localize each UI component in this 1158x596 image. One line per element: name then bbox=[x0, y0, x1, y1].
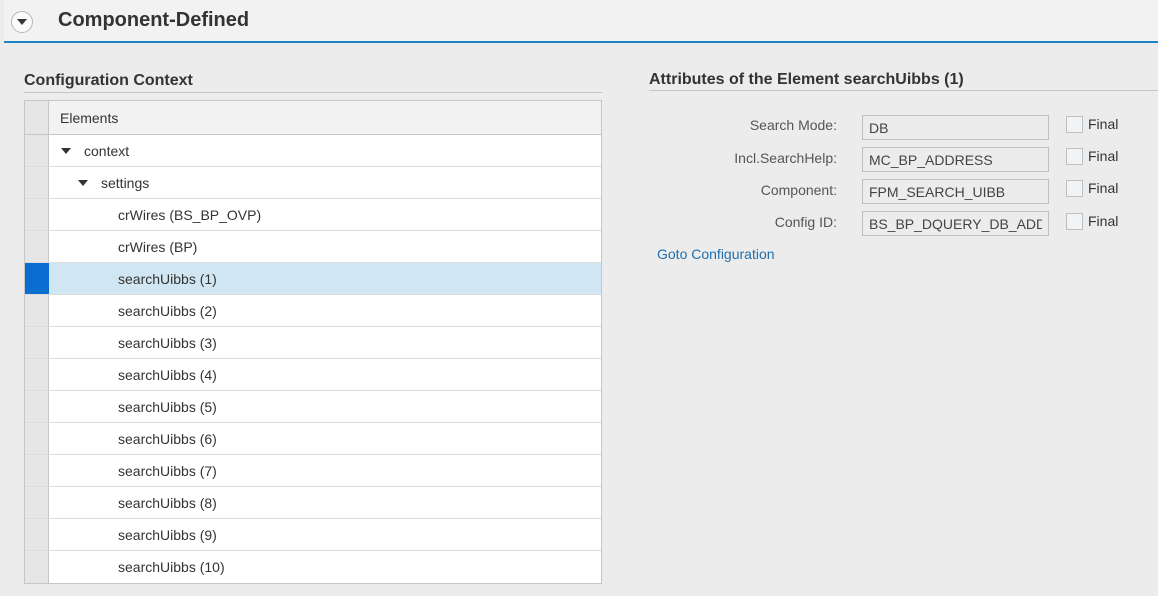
final-checkbox-search-mode[interactable] bbox=[1066, 116, 1083, 133]
divider bbox=[24, 92, 602, 93]
tree-node-label: searchUibbs (3) bbox=[118, 335, 217, 351]
tree-row[interactable]: searchUibbs (3) bbox=[25, 327, 601, 359]
final-label: Final bbox=[1088, 213, 1119, 229]
final-label: Final bbox=[1088, 180, 1119, 196]
tree-header-row: Elements bbox=[25, 101, 601, 135]
tree-node-label: settings bbox=[101, 175, 150, 191]
tree-row[interactable]: searchUibbs (8) bbox=[25, 487, 601, 519]
select-all-cell[interactable] bbox=[25, 101, 49, 134]
tree-row[interactable]: searchUibbs (10) bbox=[25, 551, 601, 583]
tree-row[interactable]: searchUibbs (5) bbox=[25, 391, 601, 423]
tree-node-label: crWires (BS_BP_OVP) bbox=[118, 207, 262, 223]
column-header-elements: Elements bbox=[60, 110, 119, 126]
row-selector[interactable] bbox=[25, 199, 49, 230]
tree-node-label: crWires (BP) bbox=[118, 239, 198, 255]
tree-row[interactable]: crWires (BS_BP_OVP) bbox=[25, 199, 601, 231]
expand-arrow-icon[interactable] bbox=[61, 148, 71, 154]
search-help-field[interactable] bbox=[862, 147, 1049, 172]
tree-node-label: searchUibbs (9) bbox=[118, 527, 217, 543]
configuration-context-title: Configuration Context bbox=[24, 72, 193, 89]
panel-title: Component-Defined bbox=[58, 9, 250, 31]
tree-node-label: searchUibbs (1) bbox=[118, 271, 217, 287]
tree-node-label: context bbox=[84, 143, 130, 159]
tree-node-label: searchUibbs (2) bbox=[118, 303, 217, 319]
search-mode-label: Search Mode: bbox=[749, 117, 837, 133]
tree-node-label: searchUibbs (8) bbox=[118, 495, 217, 511]
tree-row[interactable]: searchUibbs (2) bbox=[25, 295, 601, 327]
tree-row[interactable]: searchUibbs (4) bbox=[25, 359, 601, 391]
tree-row-context[interactable]: context bbox=[25, 135, 601, 167]
component-label: Component: bbox=[760, 182, 837, 198]
tree-row[interactable]: searchUibbs (6) bbox=[25, 423, 601, 455]
row-selector[interactable] bbox=[25, 135, 49, 166]
collapse-button[interactable] bbox=[11, 11, 33, 33]
final-label: Final bbox=[1088, 148, 1119, 164]
search-mode-field[interactable] bbox=[862, 115, 1049, 140]
final-checkbox-config-id[interactable] bbox=[1066, 213, 1083, 230]
chevron-down-icon bbox=[17, 19, 27, 25]
row-selector[interactable] bbox=[25, 487, 49, 518]
row-selector[interactable] bbox=[25, 295, 49, 326]
row-selector[interactable] bbox=[25, 263, 49, 294]
row-selector[interactable] bbox=[25, 359, 49, 390]
row-selector[interactable] bbox=[25, 423, 49, 454]
tree-node-label: searchUibbs (4) bbox=[118, 367, 217, 383]
tree-node-label: searchUibbs (6) bbox=[118, 431, 217, 447]
row-selector[interactable] bbox=[25, 551, 49, 583]
panel-header: Component-Defined bbox=[4, 0, 1158, 43]
row-selector[interactable] bbox=[25, 231, 49, 262]
row-selector[interactable] bbox=[25, 391, 49, 422]
tree-node-label: searchUibbs (10) bbox=[118, 559, 225, 575]
component-field[interactable] bbox=[862, 179, 1049, 204]
tree-row[interactable]: searchUibbs (9) bbox=[25, 519, 601, 551]
final-label: Final bbox=[1088, 116, 1119, 132]
config-id-label: Config ID: bbox=[774, 214, 837, 230]
row-selector[interactable] bbox=[25, 519, 49, 550]
final-checkbox-component[interactable] bbox=[1066, 180, 1083, 197]
tree-row[interactable]: crWires (BP) bbox=[25, 231, 601, 263]
tree-row[interactable]: searchUibbs (7) bbox=[25, 455, 601, 487]
elements-tree-table: Elements context settings crWires (BS_BP… bbox=[24, 100, 602, 584]
config-id-field[interactable] bbox=[862, 211, 1049, 236]
tree-node-label: searchUibbs (5) bbox=[118, 399, 217, 415]
search-help-label: Incl.SearchHelp: bbox=[734, 150, 837, 166]
tree-row-settings[interactable]: settings bbox=[25, 167, 601, 199]
goto-configuration-link[interactable]: Goto Configuration bbox=[657, 246, 775, 262]
divider bbox=[649, 90, 1158, 91]
row-selector[interactable] bbox=[25, 455, 49, 486]
tree-node-label: searchUibbs (7) bbox=[118, 463, 217, 479]
attributes-title: Attributes of the Element searchUibbs (1… bbox=[649, 71, 964, 88]
expand-arrow-icon[interactable] bbox=[78, 180, 88, 186]
row-selector[interactable] bbox=[25, 167, 49, 198]
row-selector[interactable] bbox=[25, 327, 49, 358]
tree-row-selected[interactable]: searchUibbs (1) bbox=[25, 263, 601, 295]
final-checkbox-search-help[interactable] bbox=[1066, 148, 1083, 165]
